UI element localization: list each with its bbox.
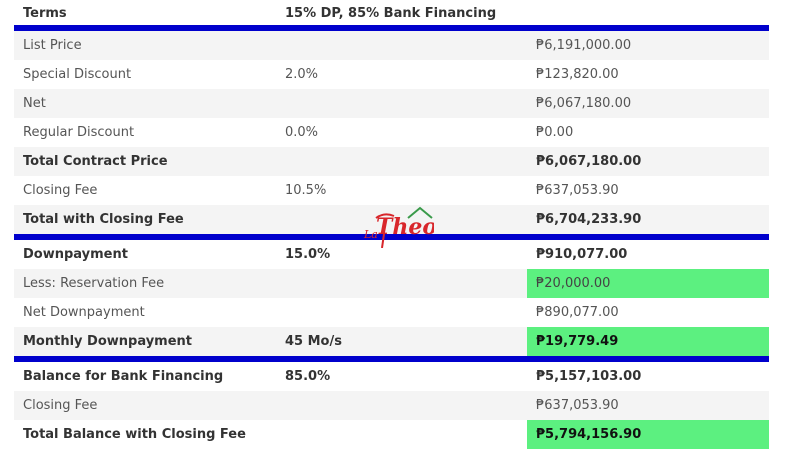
row-amount: ₱910,077.00 <box>536 247 628 262</box>
row-label: Total Balance with Closing Fee <box>23 427 246 442</box>
row-rate: 10.5% <box>285 183 327 198</box>
terms-empty <box>527 0 769 26</box>
row-amount: ₱123,820.00 <box>536 67 619 82</box>
row-amount: ₱5,157,103.00 <box>536 369 642 384</box>
row-label: Net <box>23 96 46 111</box>
table-row: Total with Closing Fee ₱6,704,233.90 <box>14 205 769 234</box>
row-amount: ₱6,067,180.00 <box>536 154 642 169</box>
row-amount: ₱6,704,233.90 <box>536 212 642 227</box>
row-amount: ₱6,067,180.00 <box>536 96 632 111</box>
row-label: Closing Fee <box>23 183 98 198</box>
price-computation-table: Terms 15% DP, 85% Bank Financing List Pr… <box>14 0 769 449</box>
row-label: Monthly Downpayment <box>23 334 193 349</box>
row-label: Balance for Bank Financing <box>23 369 224 384</box>
row-label: Total with Closing Fee <box>23 212 184 227</box>
table-row: Downpayment 15.0% ₱910,077.00 <box>14 240 769 269</box>
row-amount: ₱0.00 <box>536 125 574 140</box>
row-rate <box>276 298 527 327</box>
row-rate: 2.0% <box>285 67 319 82</box>
row-amount: ₱5,794,156.90 <box>527 420 769 449</box>
row-rate: 45 Mo/s <box>285 334 342 349</box>
row-label: Downpayment <box>23 247 128 262</box>
downpayment-section: Downpayment 15.0% ₱910,077.00 Less: Reserva… <box>14 240 769 356</box>
row-label: List Price <box>23 38 82 53</box>
row-amount: ₱637,053.90 <box>536 398 619 413</box>
row-rate <box>276 31 527 60</box>
table-row: Total Contract Price ₱6,067,180.00 <box>14 147 769 176</box>
table-row: List Price ₱6,191,000.00 <box>14 31 769 60</box>
row-rate <box>276 89 527 118</box>
table-row: Monthly Downpayment 45 Mo/s ₱19,779.49 <box>14 327 769 356</box>
table-row: Total Balance with Closing Fee ₱5,794,156… <box>14 420 769 449</box>
table-row: Net Downpayment ₱890,077.00 <box>14 298 769 327</box>
row-rate: 85.0% <box>285 369 331 384</box>
row-amount: ₱637,053.90 <box>536 183 619 198</box>
row-label: Net Downpayment <box>23 305 145 320</box>
row-amount: ₱890,077.00 <box>536 305 619 320</box>
row-rate <box>276 205 527 234</box>
bank-financing-section: Balance for Bank Financing 85.0% ₱5,157,10… <box>14 362 769 449</box>
row-rate: 0.0% <box>285 125 319 140</box>
row-amount: ₱20,000.00 <box>527 269 769 298</box>
terms-row: Terms 15% DP, 85% Bank Financing <box>14 0 769 26</box>
table-row: Balance for Bank Financing 85.0% ₱5,157,10… <box>14 362 769 391</box>
row-label: Special Discount <box>23 67 132 82</box>
table-row: Special Discount 2.0% ₱123,820.00 <box>14 60 769 89</box>
table-row: Closing Fee 10.5% ₱637,053.90 <box>14 176 769 205</box>
row-label: Closing Fee <box>23 398 98 413</box>
row-amount: ₱19,779.49 <box>527 327 769 356</box>
table-row: Less: Reservation Fee ₱20,000.00 <box>14 269 769 298</box>
table-row: Regular Discount 0.0% ₱0.00 <box>14 118 769 147</box>
row-label: Less: Reservation Fee <box>23 276 165 291</box>
row-rate: 15.0% <box>285 247 331 262</box>
row-rate <box>276 391 527 420</box>
pricing-section: List Price ₱6,191,000.00 Special Discount 2… <box>14 31 769 234</box>
table-row: Closing Fee ₱637,053.90 <box>14 391 769 420</box>
row-rate <box>276 269 527 298</box>
row-rate <box>276 147 527 176</box>
row-label: Regular Discount <box>23 125 135 140</box>
table-row: Net ₱6,067,180.00 <box>14 89 769 118</box>
row-rate <box>276 420 527 449</box>
row-amount: ₱6,191,000.00 <box>536 38 632 53</box>
terms-label: Terms <box>23 5 67 21</box>
terms-value: 15% DP, 85% Bank Financing <box>285 5 497 21</box>
row-label: Total Contract Price <box>23 154 168 169</box>
